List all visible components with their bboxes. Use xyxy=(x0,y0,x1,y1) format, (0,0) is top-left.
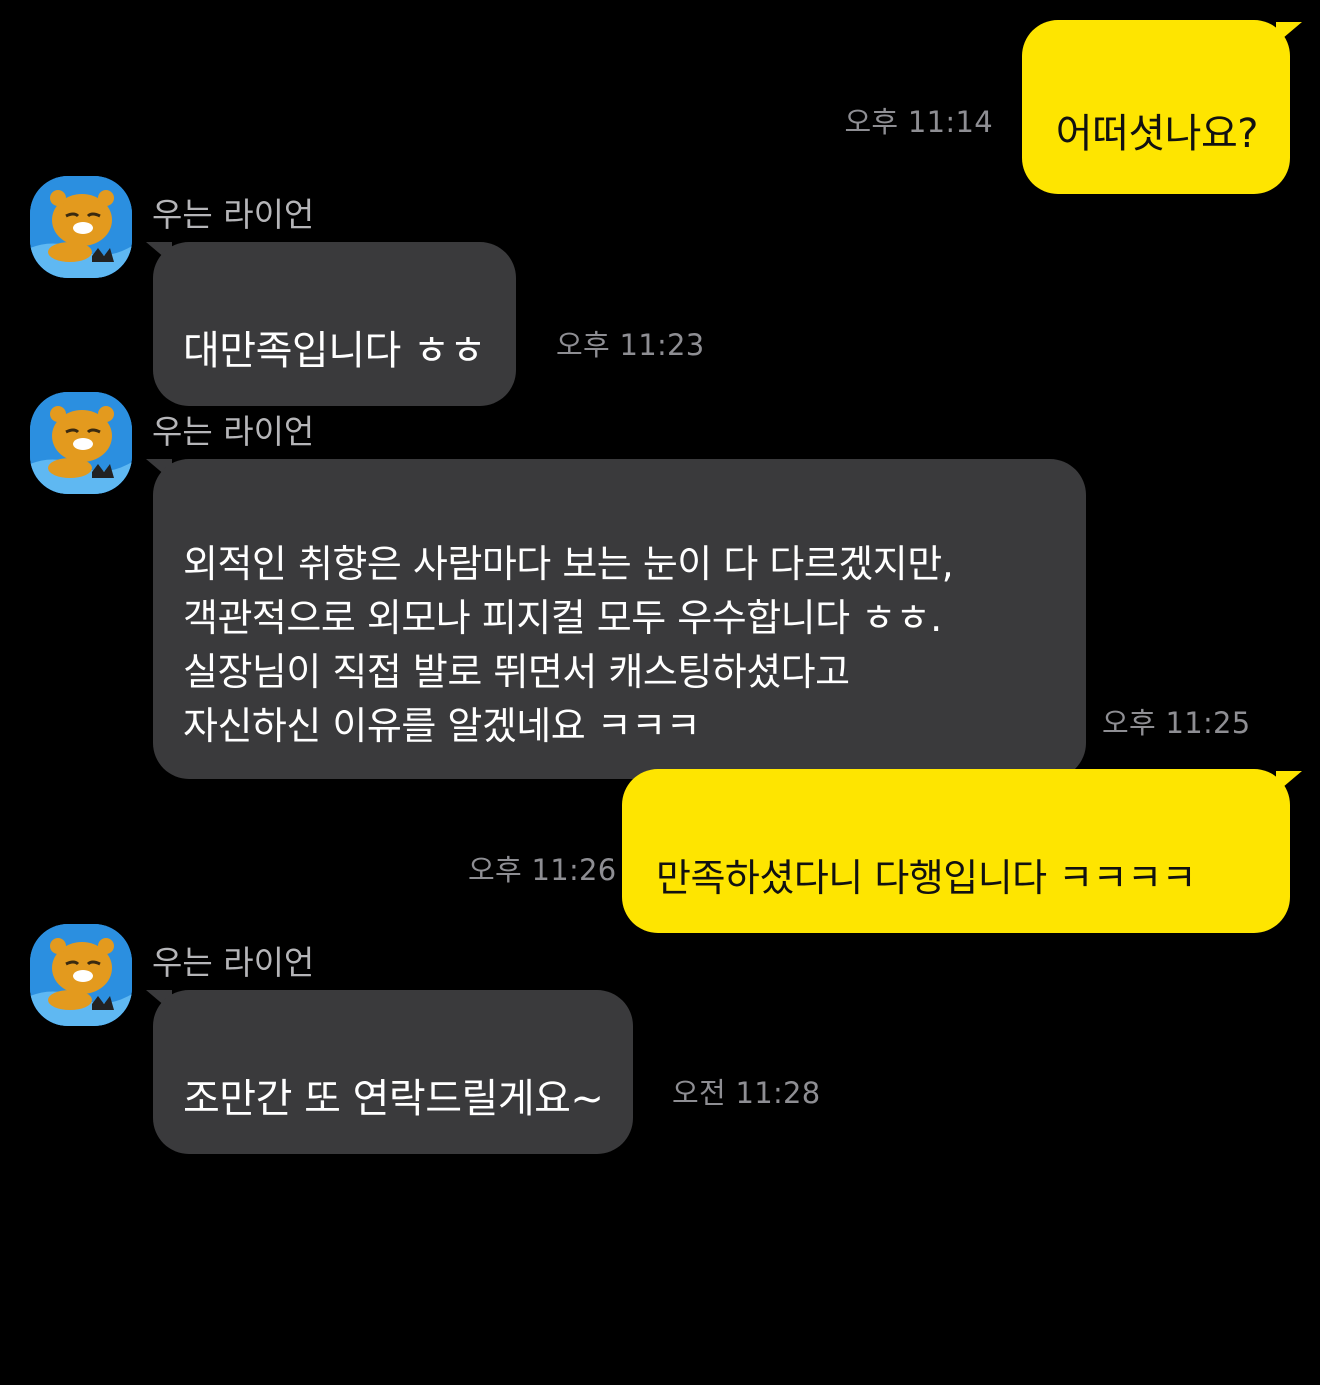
bubble-tail xyxy=(1276,771,1302,793)
ryan-avatar-icon[interactable] xyxy=(30,924,132,1026)
message-timestamp: 오후 11:23 xyxy=(556,328,705,362)
ryan-avatar-icon xyxy=(30,924,132,1026)
message-text: 만족하셨다니 다행입니다 ㅋㅋㅋㅋ xyxy=(656,856,1197,900)
message-bubble[interactable]: 만족하셨다니 다행입니다 ㅋㅋㅋㅋ xyxy=(622,769,1290,933)
message-bubble[interactable]: 대만족입니다 ㅎㅎ xyxy=(153,242,516,406)
message-text: 외적인 취향은 사람마다 보는 눈이 다 다르겠지만, 객관적으로 외모나 피지… xyxy=(183,542,954,748)
message-text: 어떠셧나요? xyxy=(1055,111,1259,157)
message-text: 대만족입니다 ㅎㅎ xyxy=(183,328,486,374)
ryan-avatar-icon[interactable] xyxy=(30,392,132,494)
ryan-avatar-icon xyxy=(30,392,132,494)
ryan-avatar-icon xyxy=(30,176,132,278)
sender-name: 우는 라이언 xyxy=(152,943,315,982)
message-timestamp: 오전 11:28 xyxy=(672,1076,821,1110)
sender-name: 우는 라이언 xyxy=(152,412,315,451)
message-bubble[interactable]: 어떠셧나요? xyxy=(1021,20,1290,194)
bubble-tail xyxy=(1276,22,1302,44)
message-text: 조만간 또 연락드릴게요~ xyxy=(183,1076,604,1122)
sender-name: 우는 라이언 xyxy=(152,195,315,234)
message-timestamp: 오후 11:14 xyxy=(844,105,993,139)
message-bubble[interactable]: 조만간 또 연락드릴게요~ xyxy=(153,990,634,1154)
ryan-avatar-icon[interactable] xyxy=(30,176,132,278)
message-timestamp: 오후 11:25 xyxy=(1102,706,1251,740)
chat-view: 어떠셧나요? 오후 11:14 우는 라이언 대만족입니다 ㅎㅎ 오후 11:2… xyxy=(0,0,1320,1385)
message-timestamp: 오후 11:26 xyxy=(468,853,617,887)
message-bubble[interactable]: 외적인 취향은 사람마다 보는 눈이 다 다르겠지만, 객관적으로 외모나 피지… xyxy=(153,459,1086,779)
